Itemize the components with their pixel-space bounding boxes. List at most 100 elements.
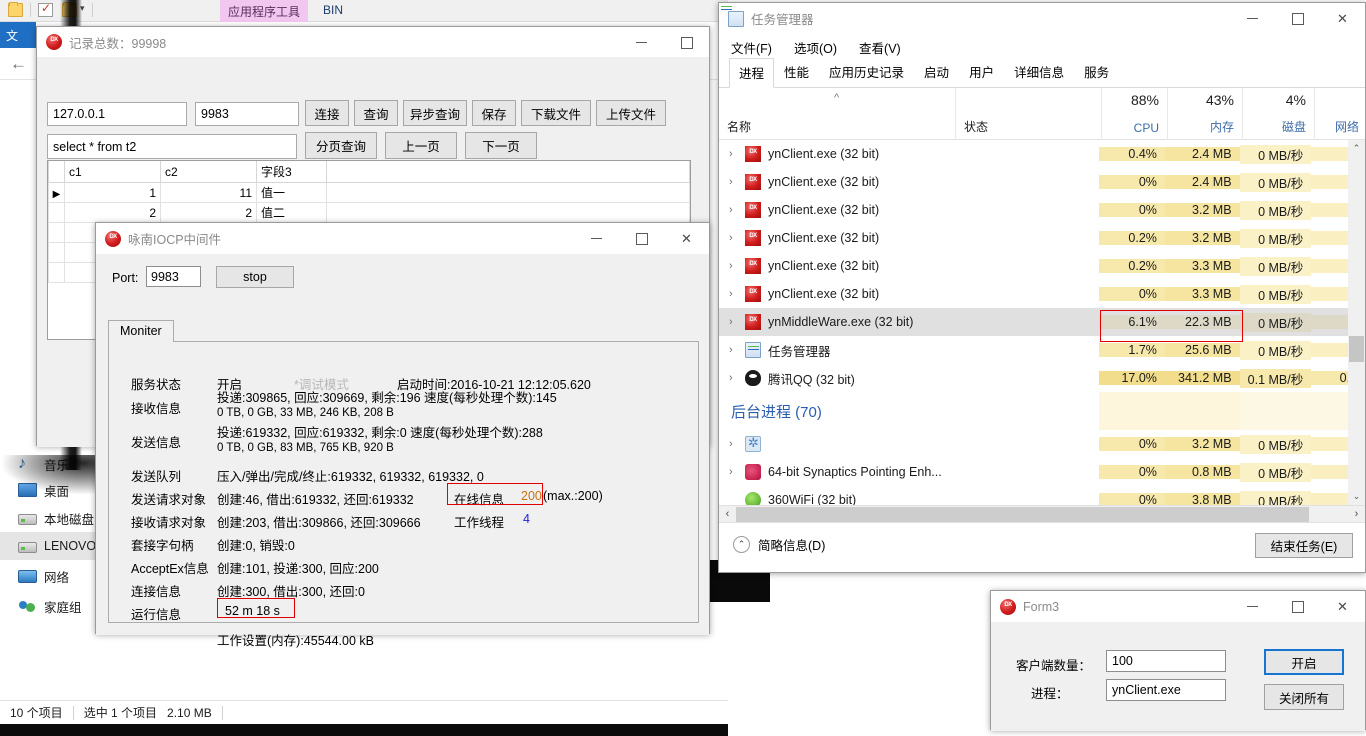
process-list[interactable]: › ynClient.exe (32 bit) 0.4% 2.4 MB 0 MB/… — [719, 140, 1365, 505]
port-input[interactable] — [146, 266, 201, 287]
query-button[interactable]: 查询 — [354, 100, 398, 126]
connect-button[interactable]: 连接 — [305, 100, 349, 126]
scroll-down-arrow-icon[interactable]: ⌄ — [1348, 488, 1365, 505]
upload-file-button[interactable]: 上传文件 — [596, 100, 666, 126]
paged-query-button[interactable]: 分页查询 — [305, 132, 377, 159]
close-button[interactable]: ✕ — [1320, 3, 1365, 34]
expand-chevron-icon[interactable]: › — [729, 176, 745, 188]
column-header-c1[interactable]: c1 — [64, 161, 161, 183]
tab-processes[interactable]: 进程 — [729, 58, 775, 88]
column-header-memory[interactable]: 43% 内存 — [1167, 88, 1242, 140]
maximize-button[interactable] — [619, 223, 664, 254]
table-row[interactable]: 2 2 值二 — [48, 202, 690, 223]
ribbon-tab-app-tools[interactable]: 应用程序工具 — [220, 0, 309, 22]
close-button[interactable]: ✕ — [1320, 591, 1365, 622]
expand-chevron-icon[interactable]: › — [729, 232, 745, 244]
table-row[interactable]: › ynClient.exe (32 bit) 0.2% 3.2 MB 0 MB/… — [719, 224, 1365, 252]
next-page-button[interactable]: 下一页 — [465, 132, 537, 159]
process-group-header-row[interactable]: 后台进程 (70) — [719, 392, 1365, 430]
iocp-window-title: 咏南IOCP中间件 — [128, 233, 222, 247]
tab-services[interactable]: 服务 — [1074, 57, 1119, 87]
row-selector[interactable] — [48, 202, 65, 223]
scroll-thumb[interactable] — [1349, 336, 1364, 362]
table-row[interactable]: ›ynClient.exe (32 bit) 0% 3.3 MB 0 MB/秒 … — [719, 280, 1365, 308]
minimize-button[interactable] — [619, 27, 664, 58]
tab-performance[interactable]: 性能 — [774, 57, 819, 87]
expand-chevron-icon[interactable]: › — [729, 438, 745, 450]
expand-chevron-icon[interactable]: › — [729, 204, 745, 216]
fewer-details-toggle[interactable]: ⌃ 简略信息(D) — [719, 535, 825, 554]
maximize-button[interactable] — [664, 27, 709, 58]
expand-chevron-icon[interactable]: › — [729, 372, 745, 384]
window-controls: ✕ — [574, 223, 709, 254]
scroll-up-arrow-icon[interactable]: ⌃ — [1348, 140, 1365, 157]
stop-button[interactable]: stop — [216, 266, 294, 288]
tab-details[interactable]: 详细信息 — [1004, 57, 1074, 87]
ribbon-tab-bin[interactable]: BIN — [315, 0, 351, 22]
column-header-field3[interactable]: 字段3 — [256, 161, 327, 183]
table-row[interactable]: ▶ 1 11 值一 — [48, 182, 690, 203]
expand-chevron-icon[interactable]: › — [729, 260, 745, 272]
tab-startup[interactable]: 启动 — [914, 57, 959, 87]
column-header-status[interactable]: 状态 — [955, 88, 1101, 140]
column-header-c2[interactable]: c2 — [160, 161, 257, 183]
vertical-scrollbar[interactable]: ⌃ ⌄ — [1348, 140, 1365, 505]
row-selector[interactable] — [48, 222, 65, 243]
download-file-button[interactable]: 下载文件 — [521, 100, 591, 126]
expand-chevron-icon[interactable]: › — [729, 466, 745, 478]
disk-cell: 0 MB/秒 — [1239, 172, 1312, 192]
tab-users[interactable]: 用户 — [959, 57, 1004, 87]
host-input[interactable] — [47, 102, 187, 126]
expand-chevron-icon[interactable]: › — [729, 344, 745, 356]
table-row[interactable]: ›任务管理器 1.7% 25.6 MB 0 MB/秒 0 — [719, 336, 1365, 364]
column-header-disk[interactable]: 4% 磁盘 — [1242, 88, 1314, 140]
minimize-button[interactable] — [1230, 591, 1275, 622]
table-row[interactable]: ›ynClient.exe (32 bit) 0% 2.4 MB 0 MB/秒 … — [719, 168, 1365, 196]
back-arrow-icon[interactable]: ← — [10, 55, 30, 75]
scroll-left-arrow-icon[interactable]: ‹ — [719, 506, 736, 523]
minimize-button[interactable] — [1230, 3, 1275, 34]
save-button[interactable]: 保存 — [472, 100, 516, 126]
column-header-network[interactable]: 网络 — [1314, 88, 1366, 140]
horizontal-scrollbar[interactable]: ‹ › — [719, 505, 1365, 522]
async-query-button[interactable]: 异步查询 — [403, 100, 467, 126]
end-task-button[interactable]: 结束任务(E) — [1255, 533, 1353, 558]
start-button[interactable]: 开启 — [1264, 649, 1344, 675]
scroll-right-arrow-icon[interactable]: › — [1348, 506, 1365, 523]
sql-input[interactable] — [47, 134, 297, 159]
tab-moniter[interactable]: Moniter — [108, 320, 174, 343]
maximize-button[interactable] — [1275, 3, 1320, 34]
menu-file[interactable]: 文件(F) — [731, 38, 772, 57]
disk-cell: 0 MB/秒 — [1239, 228, 1312, 248]
table-row[interactable]: › 0% 3.2 MB 0 MB/秒 0 — [719, 430, 1365, 458]
cpu-cell: 0% — [1099, 437, 1165, 451]
client-count-input[interactable] — [1106, 650, 1226, 672]
expand-chevron-icon[interactable]: › — [729, 288, 745, 300]
table-row[interactable]: › 64-bit Synaptics Pointing Enh... 0% 0.8… — [719, 458, 1365, 486]
table-row-selected[interactable]: ›ynMiddleWare.exe (32 bit) 6.1% 22.3 MB … — [719, 308, 1365, 336]
close-button[interactable]: ✕ — [664, 223, 709, 254]
table-row[interactable]: › ynClient.exe (32 bit) 0.4% 2.4 MB 0 MB/… — [719, 140, 1365, 168]
row-selector[interactable] — [48, 262, 65, 283]
menu-options[interactable]: 选项(O) — [794, 38, 837, 57]
scroll-thumb[interactable] — [736, 507, 1309, 522]
table-row[interactable]: ›ynClient.exe (32 bit) 0% 3.2 MB 0 MB/秒 … — [719, 196, 1365, 224]
expand-chevron-icon[interactable]: › — [729, 148, 745, 160]
menu-view[interactable]: 查看(V) — [859, 38, 901, 57]
table-row[interactable]: 360WiFi (32 bit) 0% 3.8 MB 0 MB/秒 0 — [719, 486, 1365, 505]
prev-page-button[interactable]: 上一页 — [385, 132, 457, 159]
column-header-cpu[interactable]: 88% CPU — [1101, 88, 1167, 140]
item-count-label: 10 个项目 — [10, 706, 63, 720]
minimize-button[interactable] — [574, 223, 619, 254]
explorer-file-tab[interactable]: 文 — [0, 22, 36, 48]
close-all-button[interactable]: 关闭所有 — [1264, 684, 1344, 710]
maximize-button[interactable] — [1275, 591, 1320, 622]
column-header-name[interactable]: ^ 名称 — [719, 88, 955, 140]
table-row[interactable]: ›腾讯QQ (32 bit) 17.0% 341.2 MB 0.1 MB/秒 0… — [719, 364, 1365, 392]
port-input[interactable] — [195, 102, 299, 126]
process-input[interactable] — [1106, 679, 1226, 701]
tab-app-history[interactable]: 应用历史记录 — [819, 57, 914, 87]
expand-chevron-icon[interactable]: › — [729, 316, 745, 328]
table-row[interactable]: › ynClient.exe (32 bit) 0.2% 3.3 MB 0 MB/… — [719, 252, 1365, 280]
row-selector[interactable] — [48, 242, 65, 263]
